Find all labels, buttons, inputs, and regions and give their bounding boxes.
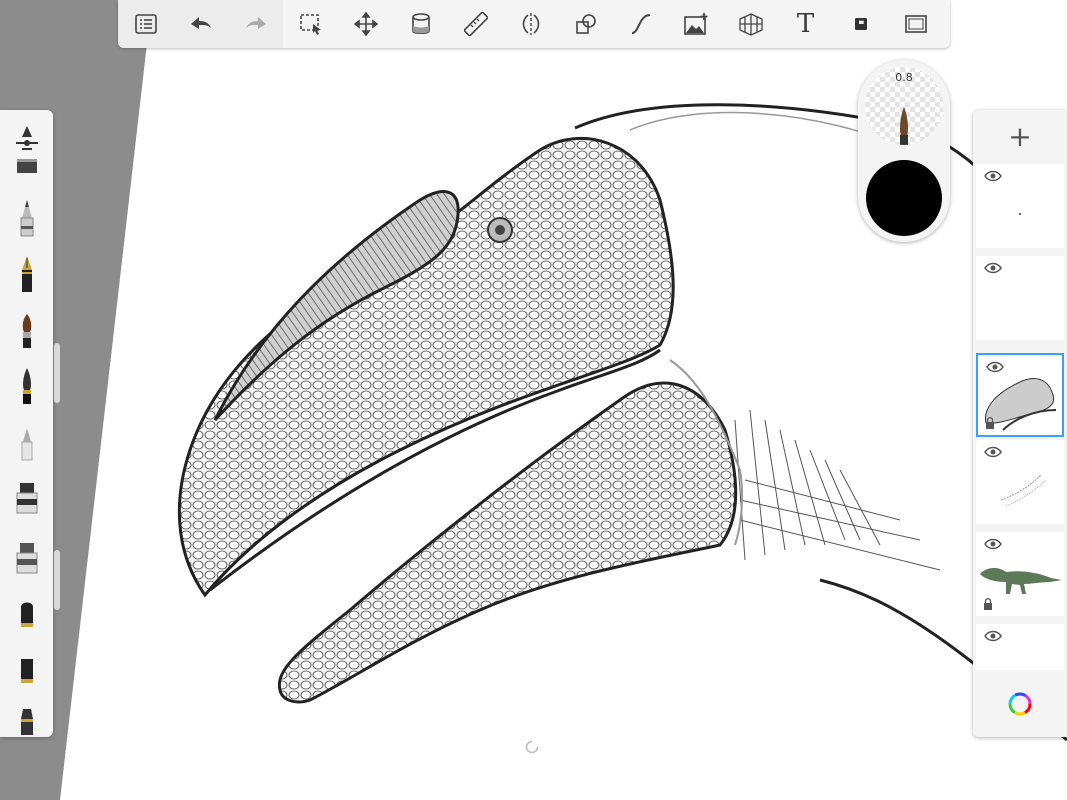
layer-mode-icon — [854, 18, 867, 30]
symmetry-button[interactable] — [503, 0, 558, 48]
fountain-pen-icon — [21, 256, 32, 292]
brush-fountain-pen[interactable] — [0, 246, 53, 302]
text-button[interactable]: T — [778, 0, 833, 48]
chisel-marker-icon — [20, 602, 33, 627]
brush-list-icon — [134, 14, 157, 34]
curve-button[interactable] — [613, 0, 668, 48]
brush-eraser[interactable] — [0, 414, 53, 470]
shape-button[interactable] — [558, 0, 613, 48]
marker-wide-icon — [16, 543, 37, 574]
transform-icon — [353, 12, 378, 36]
airbrush-icon — [16, 159, 37, 173]
layer-5[interactable] — [976, 532, 1064, 616]
perspective-button[interactable] — [723, 0, 778, 48]
eye-icon[interactable] — [984, 630, 1002, 642]
color-wheel-icon — [1008, 692, 1032, 715]
eraser-icon — [21, 428, 32, 461]
brush-ink-brush[interactable] — [0, 358, 53, 414]
loading-spinner-icon — [525, 740, 539, 754]
brush-marker-2[interactable] — [0, 530, 53, 586]
curve-icon — [631, 14, 650, 34]
undo-icon — [190, 17, 211, 29]
redo-button[interactable] — [228, 0, 283, 48]
symmetry-icon — [522, 13, 539, 35]
brush-marker-1[interactable] — [0, 470, 53, 526]
marker-icon — [16, 483, 37, 514]
text-icon: T — [796, 9, 815, 39]
transform-button[interactable] — [338, 0, 393, 48]
layers-panel: + — [973, 110, 1067, 737]
ruler-button[interactable] — [448, 0, 503, 48]
ruler-icon — [463, 12, 488, 36]
pencil-icon — [20, 200, 33, 237]
brush-paintbrush[interactable] — [0, 302, 53, 358]
toolbar-left-group — [118, 0, 283, 48]
layer-thumbnail — [1019, 213, 1021, 215]
add-layer-button[interactable]: + — [973, 110, 1067, 162]
layer-4[interactable] — [976, 440, 1064, 524]
selection-icon — [299, 14, 321, 35]
selection-button[interactable] — [283, 0, 338, 48]
brush-palette-scroll[interactable] — [54, 550, 60, 610]
brush-chisel-2[interactable] — [0, 642, 53, 698]
top-toolbar: T — [118, 0, 950, 48]
layer-1[interactable] — [976, 164, 1064, 248]
eye-icon[interactable] — [984, 262, 1002, 274]
brush-puck[interactable]: 0.8 — [858, 60, 950, 242]
layer-lock-icon — [984, 598, 992, 610]
perspective-icon — [738, 13, 763, 36]
brush-airbrush[interactable] — [0, 150, 53, 176]
current-color-swatch[interactable] — [866, 160, 942, 236]
fullscreen-button[interactable] — [888, 0, 943, 48]
brush-palette-handle[interactable] — [54, 343, 60, 403]
brush-list-button[interactable] — [118, 0, 173, 48]
shape-icon — [575, 14, 596, 34]
fill-icon — [411, 13, 430, 35]
ink-brush-icon — [22, 368, 31, 404]
brush-chisel-3[interactable] — [0, 700, 53, 737]
brush-size-opacity-control[interactable]: 0.8 — [865, 67, 943, 145]
layer-thumbnail — [1000, 474, 1047, 507]
brush-pencil[interactable] — [0, 190, 53, 246]
brush-chisel-1[interactable] — [0, 586, 53, 642]
redo-icon — [245, 17, 266, 29]
layer-2[interactable] — [976, 256, 1064, 340]
color-wheel-button[interactable] — [973, 670, 1067, 737]
layer-3[interactable] — [976, 353, 1064, 437]
paintbrush-icon — [22, 314, 31, 348]
image-icon — [683, 13, 707, 35]
fill-button[interactable] — [393, 0, 448, 48]
brush-properties-icon — [15, 126, 38, 150]
undo-button[interactable] — [173, 0, 228, 48]
layer-lock-icon — [986, 417, 994, 429]
chisel-marker-icon — [20, 659, 33, 683]
brush-tip-icon — [900, 107, 908, 145]
chisel-marker-icon — [20, 709, 33, 735]
fullscreen-icon — [904, 15, 927, 33]
brush-palette — [0, 110, 53, 737]
image-button[interactable] — [668, 0, 723, 48]
layer-mode-button[interactable] — [833, 0, 888, 48]
